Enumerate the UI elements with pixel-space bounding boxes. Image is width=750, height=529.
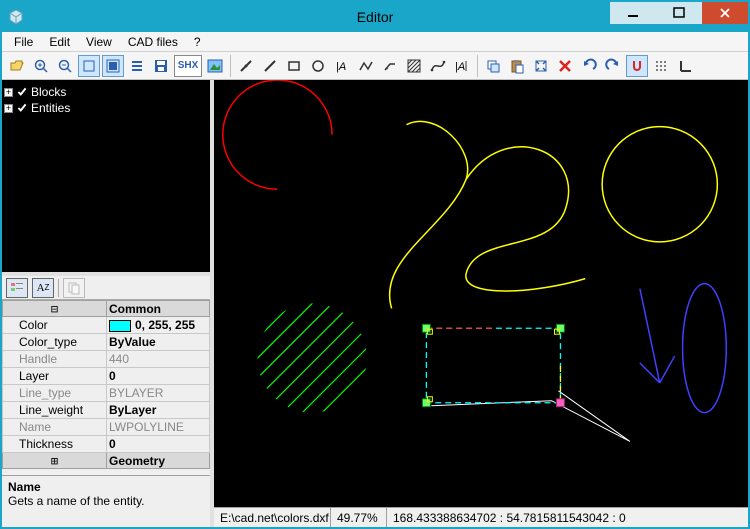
- draw-line-button[interactable]: [259, 55, 281, 77]
- image-button[interactable]: [204, 55, 226, 77]
- canvas-area: E:\cad.net\colors.dxf 49.77% 168.4333886…: [214, 80, 748, 527]
- left-panel: Blocks Entities AZ ⊟Common: [2, 80, 214, 527]
- propgrid-categorized-button[interactable]: [6, 278, 28, 298]
- menu-file[interactable]: File: [6, 33, 41, 51]
- layout-button[interactable]: [126, 55, 148, 77]
- propgrid-toolbar: AZ: [2, 276, 210, 300]
- titlebar[interactable]: Editor: [2, 2, 748, 32]
- tree-label: Entities: [31, 101, 70, 115]
- copy-button[interactable]: [482, 55, 504, 77]
- fit-button[interactable]: [530, 55, 552, 77]
- svg-text:|A: |A: [455, 61, 465, 73]
- shape-arrow[interactable]: [640, 289, 675, 383]
- propgrid-category-geometry[interactable]: ⊞Geometry: [3, 453, 210, 469]
- tree-label: Blocks: [31, 85, 66, 99]
- menu-cadfiles[interactable]: CAD files: [120, 33, 186, 51]
- shape-polyline[interactable]: [431, 391, 630, 442]
- tree-checkbox[interactable]: [16, 86, 28, 98]
- draw-spline-button[interactable]: [427, 55, 449, 77]
- redo-button[interactable]: [602, 55, 624, 77]
- propgrid-row-handle: Handle440: [3, 351, 210, 368]
- propgrid-category-common[interactable]: ⊟Common: [3, 301, 210, 317]
- shape-circle[interactable]: [602, 127, 717, 242]
- snap-button[interactable]: [626, 55, 648, 77]
- draw-mtext-button[interactable]: |A: [451, 55, 473, 77]
- propgrid-help-name: Name: [8, 480, 204, 494]
- shx-button[interactable]: SHX: [174, 55, 202, 77]
- status-filepath: E:\cad.net\colors.dxf: [214, 508, 331, 527]
- tree-item-entities[interactable]: Entities: [4, 100, 208, 116]
- canvas-svg: [214, 80, 748, 507]
- status-bar: E:\cad.net\colors.dxf 49.77% 168.4333886…: [214, 507, 748, 527]
- shape-arc[interactable]: [223, 80, 332, 189]
- menu-help[interactable]: ?: [186, 33, 209, 51]
- draw-text-button[interactable]: |A: [331, 55, 353, 77]
- propgrid-row-colortype[interactable]: Color_typeByValue: [3, 334, 210, 351]
- menu-view[interactable]: View: [78, 33, 120, 51]
- draw-leader-button[interactable]: [379, 55, 401, 77]
- shape-ellipse[interactable]: [683, 284, 727, 413]
- separator: [230, 55, 231, 77]
- open-button[interactable]: [6, 55, 28, 77]
- propgrid-help: Name Gets a name of the entity.: [2, 475, 210, 527]
- undo-button[interactable]: [578, 55, 600, 77]
- draw-point-button[interactable]: [235, 55, 257, 77]
- draw-polyline-button[interactable]: [355, 55, 377, 77]
- zoom-out-button[interactable]: [54, 55, 76, 77]
- maximize-button[interactable]: [656, 2, 702, 24]
- draw-circle-button[interactable]: [307, 55, 329, 77]
- entity-tree[interactable]: Blocks Entities: [2, 80, 210, 272]
- propgrid-row-color[interactable]: Color0, 255, 255: [3, 317, 210, 334]
- draw-hatch-button[interactable]: [403, 55, 425, 77]
- propgrid-alpha-button[interactable]: AZ: [32, 278, 54, 298]
- draw-rect-button[interactable]: [283, 55, 305, 77]
- zoom-in-button[interactable]: [30, 55, 52, 77]
- ortho-button[interactable]: [674, 55, 696, 77]
- property-panel: AZ ⊟Common Color0, 255, 255 Color_typeBy…: [2, 272, 210, 527]
- expand-icon[interactable]: [4, 88, 13, 97]
- tree-checkbox[interactable]: [16, 102, 28, 114]
- propgrid-row-thickness[interactable]: Thickness0: [3, 436, 210, 453]
- expand-icon[interactable]: [4, 104, 13, 113]
- shape-spline[interactable]: [390, 121, 586, 308]
- menubar: File Edit View CAD files ?: [2, 32, 748, 52]
- svg-text:|A: |A: [336, 61, 346, 73]
- status-coords: 168.433388634702 : 54.7815811543042 : 0: [387, 508, 748, 527]
- close-button[interactable]: [702, 2, 748, 24]
- propgrid-help-desc: Gets a name of the entity.: [8, 494, 204, 508]
- status-zoom: 49.77%: [331, 508, 387, 527]
- menu-edit[interactable]: Edit: [41, 33, 78, 51]
- drawing-canvas[interactable]: [214, 80, 748, 507]
- category-label: Common: [109, 302, 161, 316]
- toolbar: SHX |A |A: [2, 52, 748, 80]
- app-window: Editor File Edit View CAD files ? SHX |A: [0, 0, 750, 529]
- view-mode-a-button[interactable]: [78, 55, 100, 77]
- view-mode-b-button[interactable]: [102, 55, 124, 77]
- color-swatch: [109, 320, 131, 332]
- delete-button[interactable]: [554, 55, 576, 77]
- main-area: Blocks Entities AZ ⊟Common: [2, 80, 748, 527]
- propgrid-row-name: NameLWPOLYLINE: [3, 419, 210, 436]
- minimize-button[interactable]: [610, 2, 656, 24]
- separator: [477, 55, 478, 77]
- propgrid-row-layer[interactable]: Layer0: [3, 368, 210, 385]
- category-label: Geometry: [109, 454, 165, 468]
- property-grid[interactable]: ⊟Common Color0, 255, 255 Color_typeByVal…: [2, 300, 210, 475]
- tree-item-blocks[interactable]: Blocks: [4, 84, 208, 100]
- shape-hatch[interactable]: [214, 249, 436, 477]
- propgrid-pages-button[interactable]: [63, 278, 85, 298]
- propgrid-row-lineweight[interactable]: Line_weightByLayer: [3, 402, 210, 419]
- app-icon: [8, 9, 24, 25]
- grid-button[interactable]: [650, 55, 672, 77]
- shape-selected-rect[interactable]: [422, 324, 564, 406]
- save-button[interactable]: [150, 55, 172, 77]
- propgrid-row-linetype: Line_typeBYLAYER: [3, 385, 210, 402]
- paste-button[interactable]: [506, 55, 528, 77]
